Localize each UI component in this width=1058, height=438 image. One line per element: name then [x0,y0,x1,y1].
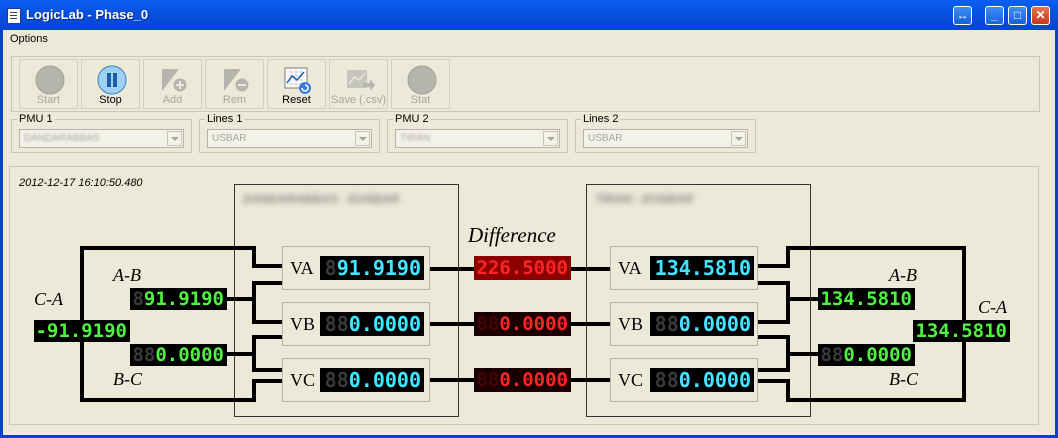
right-vc-display: 880.0000 [650,368,754,392]
left-vc-label: VC [290,370,316,390]
right-bc-display: 880.0000 [818,344,915,366]
reset-button[interactable]: Reset [267,59,326,109]
toolbar: Start Stop Add Rem Reset Save (.csv) Sta… [11,56,1040,112]
left-ab-label: A-B [113,265,141,285]
right-vb-label: VB [618,314,644,334]
lines2-caption: Lines 2 [581,113,621,125]
restore-arrows-button[interactable]: ↔ [953,6,972,25]
left-ab-display: 891.9190 [130,288,227,310]
chart-reset-icon [284,67,311,94]
menu-options[interactable]: Options [10,33,48,45]
diff-vc-display: 880.0000 [474,368,571,392]
chevron-down-icon[interactable] [167,131,182,146]
left-va-label: VA [290,258,314,278]
pmu1-group: PMU 1 DANDARABBAS [11,113,192,153]
left-vb-display: 880.0000 [320,312,424,336]
left-ca-label: C-A [34,289,63,309]
lines2-value: USBAR [588,133,623,144]
close-button[interactable]: ✕ [1031,6,1050,25]
lines1-caption: Lines 1 [205,113,245,125]
right-bc-label: B-C [889,369,918,389]
left-pmu-header: DANDARABBAS - EUSBAR [243,192,399,206]
right-ca-label: C-A [978,297,1007,317]
window-title: LogicLab - Phase_0 [26,7,149,22]
pmu2-select[interactable]: TIRAN [395,129,560,148]
lines1-value: USBAR [212,133,247,144]
left-ca-display: -91.9190 [34,320,130,342]
app-icon [7,8,21,24]
pmu1-select[interactable]: DANDARABBAS [19,129,184,148]
stop-button[interactable]: Stop [81,59,140,109]
pmu1-caption: PMU 1 [17,113,55,125]
reset-label: Reset [282,94,311,106]
stat-button[interactable]: Stat [391,59,450,109]
chevron-down-icon[interactable] [543,131,558,146]
lines1-select[interactable]: USBAR [207,129,372,148]
add-label: Add [162,94,183,106]
left-vb-label: VB [290,314,316,334]
stat-icon [407,65,437,95]
start-button[interactable]: Start [19,59,78,109]
minimize-button[interactable]: _ [985,6,1004,25]
start-label: Start [36,94,61,106]
lines2-group: Lines 2 USBAR [575,113,756,153]
add-line-icon [162,69,188,93]
maximize-button[interactable]: □ [1008,6,1027,25]
pause-icon [97,65,127,95]
right-ca-display: 134.5810 [913,320,1010,342]
start-icon [35,65,65,95]
remove-line-icon [224,69,250,93]
lines2-select[interactable]: USBAR [583,129,748,148]
diff-va-display: 226.5000 [474,256,571,280]
save-chart-icon [347,70,375,91]
left-bc-label: B-C [113,369,142,389]
right-ab-label: A-B [889,265,917,285]
pmu2-caption: PMU 2 [393,113,431,125]
chevron-down-icon[interactable] [731,131,746,146]
diff-vb-display: 880.0000 [474,312,571,336]
stat-label: Stat [410,94,431,106]
left-bc-display: 880.0000 [130,344,227,366]
right-pmu-header: TIRAN - EUSBAR [595,192,693,206]
pmu2-value: TIRAN [400,133,430,144]
right-va-display: 134.5810 [650,256,754,280]
timestamp: 2012-12-17 16:10:50.480 [19,177,143,189]
left-va-display: 891.9190 [320,256,424,280]
stop-label: Stop [99,94,122,106]
pmu1-value: DANDARABBAS [24,133,100,144]
title-bar[interactable]: LogicLab - Phase_0 ↔ _ □ ✕ [0,0,1058,30]
remove-button[interactable]: Rem [205,59,264,109]
lines1-group: Lines 1 USBAR [199,113,380,153]
right-va-label: VA [618,258,642,278]
right-vb-display: 880.0000 [650,312,754,336]
add-button[interactable]: Add [143,59,202,109]
right-ab-display: 134.5810 [818,288,915,310]
pmu2-group: PMU 2 TIRAN [387,113,568,153]
right-vc-label: VC [618,370,644,390]
save-csv-label: Save (.csv) [330,94,386,106]
chevron-down-icon[interactable] [355,131,370,146]
save-csv-button[interactable]: Save (.csv) [329,59,388,109]
difference-label: Difference [468,223,556,247]
remove-label: Rem [222,94,247,106]
left-vc-display: 880.0000 [320,368,424,392]
menu-bar: Options [3,30,1055,48]
